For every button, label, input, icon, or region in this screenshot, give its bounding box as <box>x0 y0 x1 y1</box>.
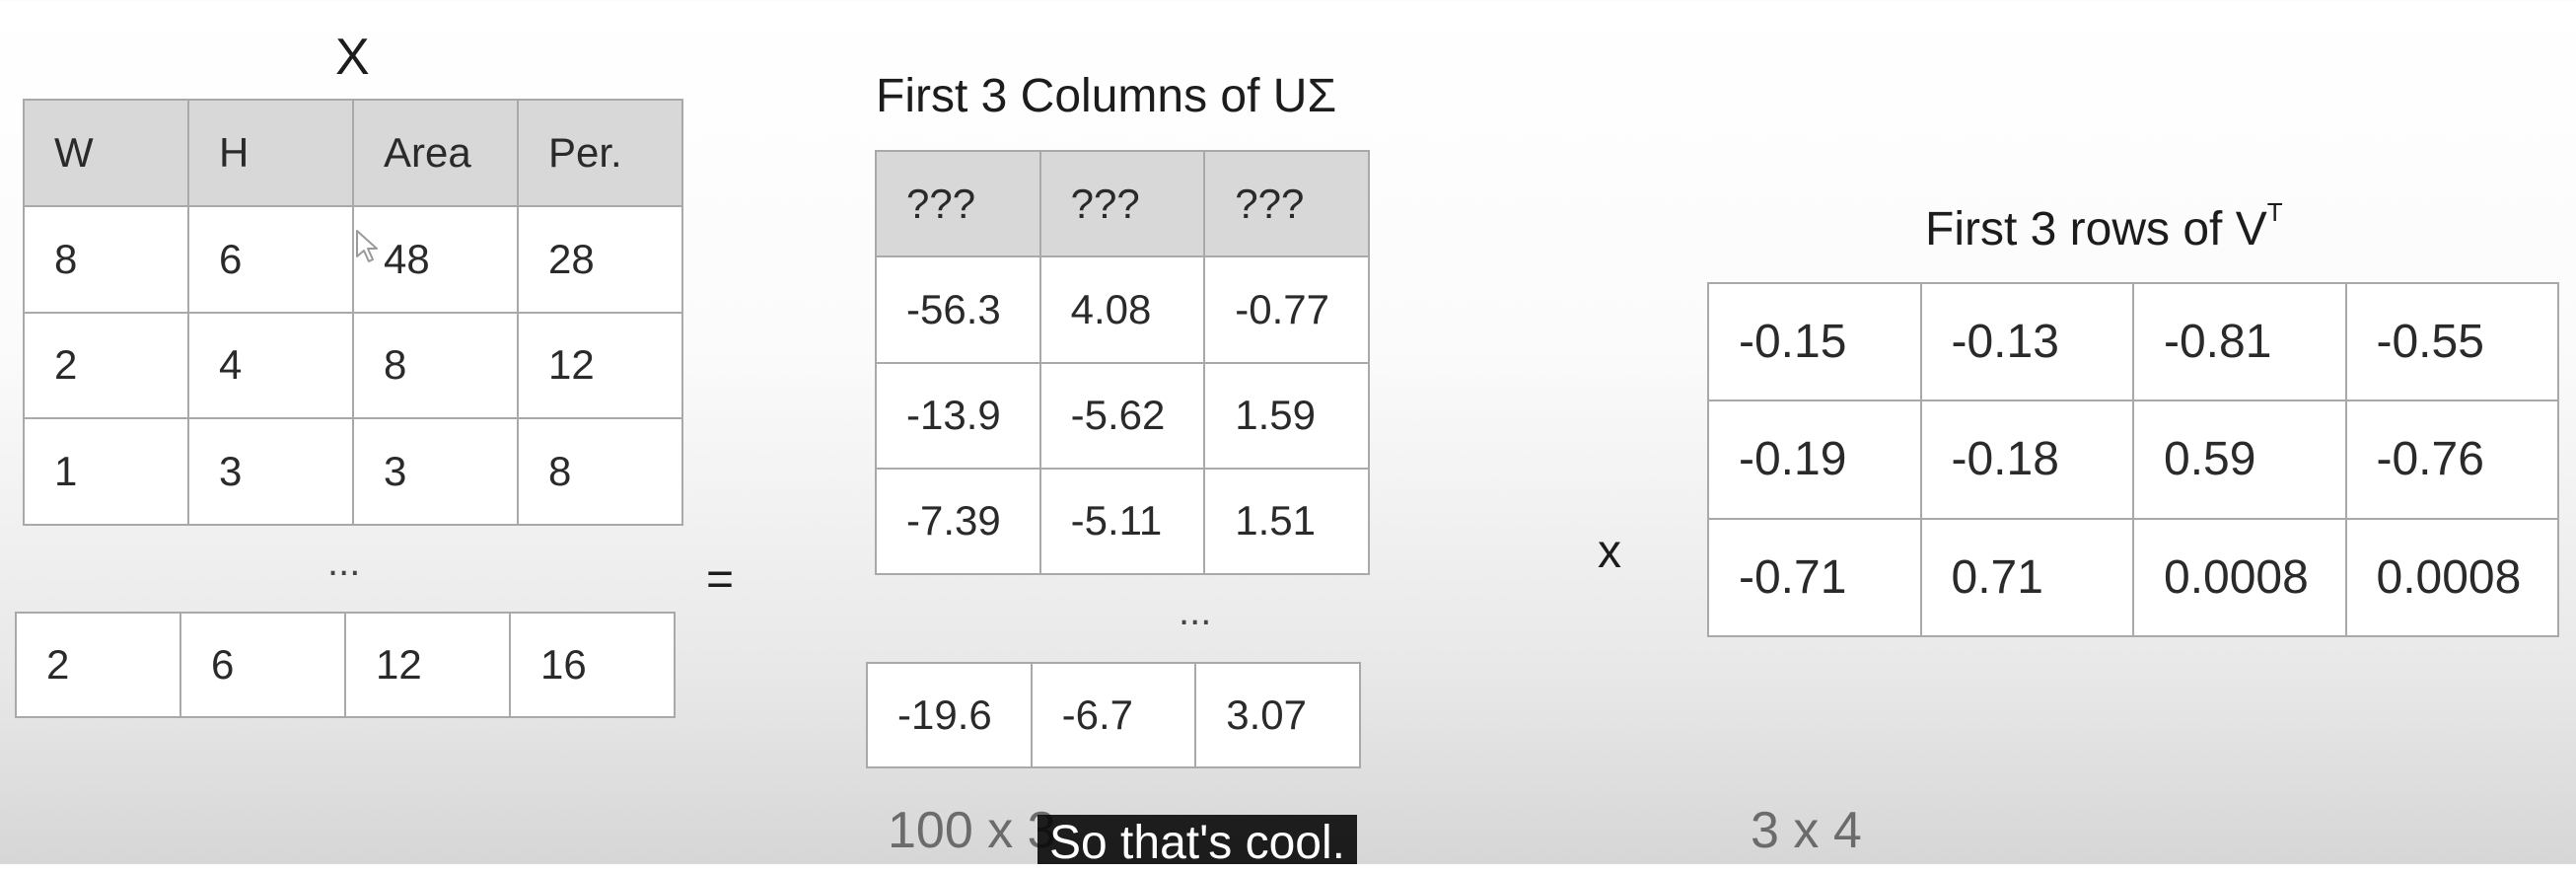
matrix-x-title: X <box>335 29 370 86</box>
table-cell: -19.6 <box>866 662 1033 768</box>
header-cell: W <box>23 99 189 207</box>
table-row: -13.9 -5.62 1.59 <box>875 361 1370 470</box>
table-cell: 2 <box>15 612 181 718</box>
matrix-vt-title: First 3 rows of VT <box>1925 197 2283 256</box>
table-row: -0.19 -0.18 0.59 -0.76 <box>1707 400 2559 520</box>
table-row: -0.15 -0.13 -0.81 -0.55 <box>1707 281 2559 402</box>
table-cell: -0.15 <box>1707 281 1922 402</box>
equals-sign: = <box>706 553 735 606</box>
table-cell: -6.7 <box>1030 662 1197 768</box>
table-cell: 8 <box>23 204 189 314</box>
table-cell: 0.0008 <box>2132 517 2347 638</box>
matrix-u-sigma-dimensions: 100 x 3 <box>888 802 1056 859</box>
table-row: 2 4 8 12 <box>23 311 683 420</box>
matrix-u-sigma-ellipsis: ... <box>1179 590 1212 633</box>
table-cell: 1.51 <box>1203 467 1370 576</box>
table-cell: 0.59 <box>2132 400 2347 520</box>
table-cell: 28 <box>517 204 683 314</box>
table-cell: -0.19 <box>1707 400 1922 520</box>
matrix-u-sigma-last-row: -19.6 -6.7 3.07 <box>866 662 1361 768</box>
table-cell: -7.39 <box>875 467 1041 576</box>
matrix-vt-table: -0.15 -0.13 -0.81 -0.55 -0.19 -0.18 0.59… <box>1707 281 2559 638</box>
header-cell: Area <box>352 99 519 207</box>
table-cell: 8 <box>517 417 683 526</box>
subtitle-caption: So that's cool. <box>1038 815 1357 869</box>
table-cell: -0.81 <box>2132 281 2347 402</box>
table-cell: 0.0008 <box>2344 517 2559 638</box>
table-row: 2 6 12 16 <box>15 612 676 718</box>
header-cell: ??? <box>875 149 1041 258</box>
table-row: -19.6 -6.7 3.07 <box>866 662 1361 768</box>
header-cell: ??? <box>1038 149 1206 258</box>
table-cell: -0.13 <box>1919 281 2134 402</box>
table-row: -0.71 0.71 0.0008 0.0008 <box>1707 517 2559 638</box>
table-cell: 3 <box>352 417 519 526</box>
table-cell: -0.77 <box>1203 255 1370 364</box>
table-cell: 12 <box>517 311 683 420</box>
matrix-u-sigma-table: ??? ??? ??? -56.3 4.08 -0.77 -13.9 -5.62… <box>875 149 1370 576</box>
table-header-row: ??? ??? ??? <box>875 149 1370 258</box>
table-cell: 1 <box>23 417 189 526</box>
table-cell: -0.71 <box>1707 517 1922 638</box>
table-cell: 4.08 <box>1038 255 1206 364</box>
table-row: 1 3 3 8 <box>23 417 683 526</box>
table-cell: -13.9 <box>875 361 1041 470</box>
table-cell: -56.3 <box>875 255 1041 364</box>
table-cell: 0.71 <box>1919 517 2134 638</box>
header-cell: ??? <box>1203 149 1370 258</box>
header-cell: Per. <box>517 99 683 207</box>
table-cell: 12 <box>344 612 511 718</box>
matrix-x-table: W H Area Per. 8 6 48 28 2 4 8 12 1 3 3 8 <box>23 99 683 526</box>
table-cell: 16 <box>509 612 676 718</box>
matrix-x-last-row: 2 6 12 16 <box>15 612 676 718</box>
table-cell: 8 <box>352 311 519 420</box>
table-cell: 6 <box>187 204 354 314</box>
header-cell: H <box>187 99 354 207</box>
matrix-vt-dimensions: 3 x 4 <box>1751 802 1862 859</box>
table-cell: 4 <box>187 311 354 420</box>
matrix-vt-title-superscript: T <box>2266 197 2283 227</box>
table-cell: 3 <box>187 417 354 526</box>
table-cell: 3.07 <box>1194 662 1361 768</box>
table-row: -56.3 4.08 -0.77 <box>875 255 1370 364</box>
mouse-cursor-icon <box>356 230 378 262</box>
table-cell: 1.59 <box>1203 361 1370 470</box>
table-cell: 6 <box>179 612 346 718</box>
matrix-u-sigma-title: First 3 Columns of UΣ <box>876 70 1337 122</box>
table-cell: 2 <box>23 311 189 420</box>
matrix-vt-title-text: First 3 rows of V <box>1925 203 2267 255</box>
matrix-x-ellipsis: ... <box>327 541 361 584</box>
table-header-row: W H Area Per. <box>23 99 683 207</box>
table-cell: -0.76 <box>2344 400 2559 520</box>
table-cell: -0.55 <box>2344 281 2559 402</box>
table-row: 8 6 48 28 <box>23 204 683 314</box>
table-cell: -5.11 <box>1038 467 1206 576</box>
multiply-sign: x <box>1598 526 1621 578</box>
table-cell: -5.62 <box>1038 361 1206 470</box>
table-cell: -0.18 <box>1919 400 2134 520</box>
table-row: -7.39 -5.11 1.51 <box>875 467 1370 576</box>
